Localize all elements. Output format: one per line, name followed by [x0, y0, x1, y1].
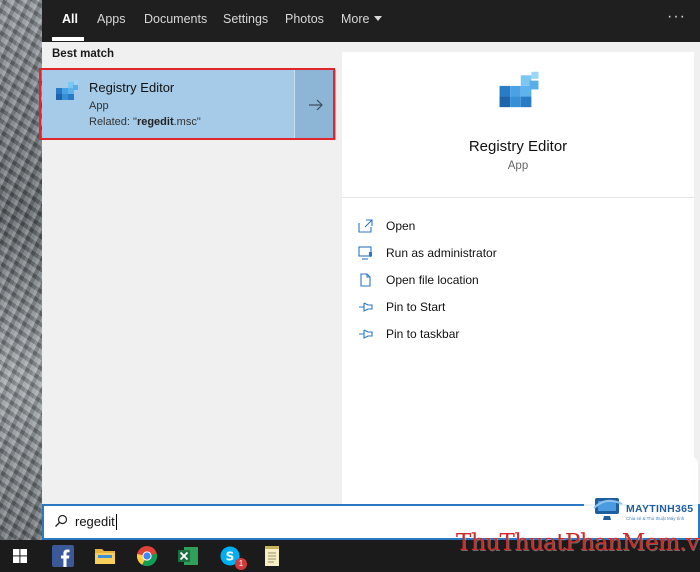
tab-label: More	[341, 12, 370, 26]
tab-documents[interactable]: Documents	[144, 0, 207, 42]
taskbar-skype[interactable]: S 1	[210, 540, 250, 572]
result-related: Related: "regedit.msc"	[89, 115, 201, 129]
search-icon	[55, 514, 68, 527]
tab-label: Settings	[223, 12, 269, 26]
tab-label: Apps	[97, 12, 126, 26]
detail-pane: Registry Editor App Open Run as administ…	[342, 52, 694, 504]
action-pin-to-start[interactable]: Pin to Start	[358, 293, 497, 320]
logo-text: MAYTINH365	[626, 503, 694, 515]
chevron-down-icon	[374, 16, 383, 22]
tab-label: Photos	[285, 12, 324, 26]
action-list: Open Run as administrator Open file loca…	[358, 212, 497, 347]
tab-settings[interactable]: Settings	[223, 0, 268, 42]
result-text: Registry Editor App Related: "regedit.ms…	[89, 80, 201, 129]
monitor-logo-icon	[593, 498, 623, 520]
file-explorer-icon	[95, 549, 115, 564]
taskbar-notepad[interactable]	[252, 540, 292, 572]
action-label: Run as administrator	[386, 245, 497, 260]
windows-start-icon	[13, 549, 27, 563]
file-icon	[358, 272, 378, 288]
action-pin-to-taskbar[interactable]: Pin to taskbar	[358, 320, 497, 347]
search-query-text: regedit	[75, 514, 115, 529]
related-prefix: Related: "	[89, 116, 137, 128]
active-tab-indicator	[52, 37, 84, 41]
action-label: Open	[386, 218, 416, 233]
facebook-icon	[52, 545, 74, 567]
expand-arrow-button[interactable]	[294, 70, 336, 140]
result-type: App	[89, 100, 109, 112]
tab-all[interactable]: All	[62, 0, 78, 42]
logo-tagline: Chia sẻ & Thủ thuật Máy tính	[626, 516, 685, 521]
tab-label: Documents	[144, 12, 208, 26]
action-open-file-location[interactable]: Open file location	[358, 266, 497, 293]
taskbar-facebook[interactable]	[43, 540, 83, 572]
search-query: regedit	[75, 513, 117, 531]
registry-editor-icon	[56, 80, 78, 100]
detail-type: App	[507, 160, 529, 172]
arrow-right-icon	[308, 99, 323, 111]
ellipsis-icon[interactable]: ···	[667, 0, 686, 38]
tab-photos[interactable]: Photos	[285, 0, 324, 42]
pin-icon	[358, 326, 378, 342]
search-tab-bar: All Apps Documents Settings Photos More …	[42, 0, 700, 42]
desktop-wallpaper	[0, 0, 42, 540]
action-open[interactable]: Open	[358, 212, 497, 239]
windows-start-button[interactable]	[0, 540, 40, 572]
registry-editor-icon	[499, 71, 539, 108]
action-label: Pin to taskbar	[386, 326, 460, 341]
chrome-icon	[136, 546, 158, 567]
result-title: Registry Editor	[89, 80, 175, 95]
text-caret	[115, 513, 117, 530]
pin-icon	[358, 299, 378, 315]
tab-label: All	[62, 12, 78, 26]
notification-badge: 1	[235, 558, 247, 570]
related-suffix: .msc"	[173, 116, 201, 128]
results-list: Best match Registry Editor App Related: …	[39, 42, 336, 504]
taskbar: S 1	[0, 540, 700, 572]
taskbar-excel[interactable]	[168, 540, 208, 572]
tab-apps[interactable]: Apps	[97, 0, 126, 42]
action-label: Pin to Start	[386, 299, 446, 314]
best-match-heading: Best match	[52, 48, 114, 60]
open-icon	[358, 218, 378, 234]
svg-text:S: S	[226, 550, 235, 564]
best-match-result[interactable]: Registry Editor App Related: "regedit.ms…	[39, 68, 336, 140]
related-term: regedit	[136, 116, 174, 128]
tab-more[interactable]: More	[341, 0, 383, 42]
taskbar-chrome[interactable]	[127, 540, 167, 572]
action-run-as-administrator[interactable]: Run as administrator	[358, 239, 497, 266]
shield-icon	[358, 245, 378, 261]
detail-title: Registry Editor	[468, 138, 568, 155]
notepad-icon	[265, 546, 279, 566]
taskbar-file-explorer[interactable]	[85, 540, 125, 572]
detail-header: Registry Editor App	[342, 52, 694, 198]
action-label: Open file location	[386, 272, 479, 287]
watermark-logo: MAYTINH365 Chia sẻ & Thủ thuật Máy tính	[584, 456, 698, 536]
excel-icon	[178, 547, 198, 565]
